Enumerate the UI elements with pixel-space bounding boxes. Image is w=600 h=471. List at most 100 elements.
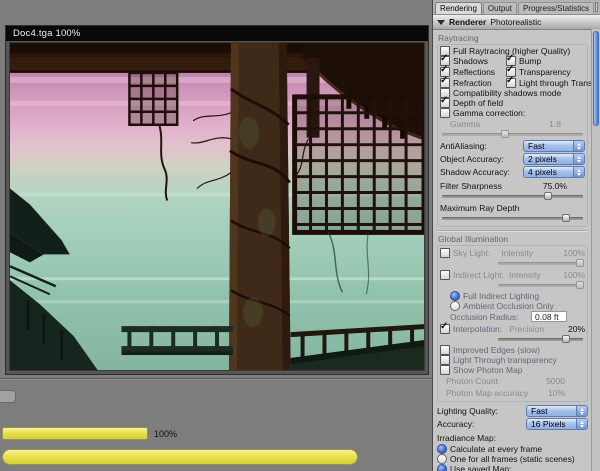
lighting-quality-dropdown[interactable]: Fast xyxy=(526,405,588,417)
shadow-accuracy-label: Shadow Accuracy: xyxy=(440,167,510,177)
renderer-mode[interactable]: Photorealistic xyxy=(490,17,541,27)
precision-value: 20% xyxy=(567,323,585,334)
transparency-label: Transparency xyxy=(519,67,571,77)
gamma-slider-track[interactable] xyxy=(442,133,583,136)
render-window-titlebar[interactable]: Doc4.tga 100% xyxy=(6,26,428,41)
gamma-slider-thumb[interactable] xyxy=(501,130,510,138)
tab-output[interactable]: Output xyxy=(482,2,517,14)
render-window: Doc4.tga 100% xyxy=(5,25,429,375)
panel-widget-button[interactable] xyxy=(595,2,598,12)
refraction-checkbox[interactable] xyxy=(440,75,450,88)
occlusion-radius-label: Occlusion Radius: xyxy=(450,311,519,322)
show-photon-map-checkbox[interactable] xyxy=(440,365,450,375)
one-for-all-frames-radio[interactable] xyxy=(437,454,447,464)
global-illumination-section-title: Global Illumination xyxy=(438,234,508,244)
filter-sharpness-value: 75.0% xyxy=(542,180,567,191)
tab-rendering[interactable]: Rendering xyxy=(435,2,482,14)
antialiasing-dropdown[interactable]: Fast xyxy=(523,140,585,152)
interpolation-label: Interpolation: xyxy=(453,323,503,334)
full-indirect-radio[interactable] xyxy=(450,291,460,301)
global-illumination-group: Sky Light: Intensity 100% Indirect Light… xyxy=(437,245,588,402)
use-saved-map-radio[interactable] xyxy=(437,464,447,471)
reflections-label: Reflections xyxy=(453,67,496,77)
indirect-intensity-label: Intensity xyxy=(509,269,541,280)
tab-progress-statistics[interactable]: Progress/Statistics xyxy=(517,2,595,14)
filter-sharpness-slider-track[interactable] xyxy=(442,195,583,198)
compatibility-shadows-label: Compatibility shadows mode xyxy=(453,88,562,98)
calc-every-frame-label: Calculate at every frame xyxy=(450,444,543,454)
filter-sharpness-label: Filter Sharpness xyxy=(440,180,502,191)
antialiasing-label: AntiAliasing: xyxy=(440,141,487,151)
rendered-scene xyxy=(10,43,424,370)
lighting-quality-label: Lighting Quality: xyxy=(437,406,498,416)
palette-tab[interactable] xyxy=(0,390,16,403)
renderer-label: Renderer xyxy=(449,17,487,27)
object-accuracy-dropdown[interactable]: 2 pixels xyxy=(523,153,585,165)
gamma-correction-checkbox[interactable] xyxy=(440,108,450,118)
accuracy-value: 16 Pixels xyxy=(531,419,566,429)
render-progress-label: 100% xyxy=(154,429,178,439)
object-accuracy-value: 2 pixels xyxy=(528,154,557,164)
panel-content: Raytracing Full Raytracing (higher Quali… xyxy=(433,29,591,471)
sky-light-checkbox[interactable] xyxy=(440,247,450,258)
light-through-transparency-checkbox[interactable] xyxy=(440,355,450,365)
dropdown-arrows-icon xyxy=(576,406,587,416)
max-ray-depth-label: Maximum Ray Depth xyxy=(440,202,520,213)
sky-intensity-slider-thumb[interactable] xyxy=(575,259,584,267)
precision-slider-thumb[interactable] xyxy=(562,335,570,343)
accuracy-dropdown[interactable]: 16 Pixels xyxy=(526,418,588,430)
renderer-header[interactable]: Renderer Photorealistic xyxy=(433,15,600,30)
dropdown-arrows-icon xyxy=(573,141,584,151)
render-settings-panel: Rendering Output Progress/Statistics Ren… xyxy=(432,0,600,471)
light-through-trans-checkbox[interactable] xyxy=(506,75,516,88)
render-progress-bar xyxy=(2,427,148,440)
bump-label: Bump xyxy=(519,56,542,66)
shadows-label: Shadows xyxy=(453,56,488,66)
raytracing-group: Full Raytracing (higher Quality) Shadows… xyxy=(437,44,591,227)
use-saved-map-label: Use saved Map: xyxy=(450,464,512,471)
improved-edges-checkbox[interactable] xyxy=(440,345,450,355)
depth-of-field-checkbox[interactable] xyxy=(440,95,450,108)
photon-accuracy-value: 10% xyxy=(547,387,565,398)
photon-accuracy-label: Photon Map accuracy xyxy=(446,387,529,398)
precision-slider-track[interactable] xyxy=(498,338,583,341)
sky-intensity-label: Intensity xyxy=(501,247,533,258)
indirect-light-label: Indirect Light: xyxy=(453,269,505,280)
max-ray-depth-slider-thumb[interactable] xyxy=(562,214,571,222)
sky-intensity-slider-track[interactable] xyxy=(498,262,583,265)
panel-scrollbar-thumb[interactable] xyxy=(593,31,599,126)
depth-of-field-label: Depth of field xyxy=(453,98,504,108)
gamma-slider[interactable] xyxy=(442,130,583,139)
shadow-accuracy-dropdown[interactable]: 4 pixels xyxy=(523,166,585,178)
light-through-trans-label: Light through Trans. xyxy=(519,78,591,88)
accuracy-label: Accuracy: xyxy=(437,419,475,429)
antialiasing-value: Fast xyxy=(528,141,545,151)
interpolation-checkbox[interactable] xyxy=(440,321,450,334)
filter-sharpness-slider[interactable] xyxy=(442,192,583,201)
indirect-intensity-slider[interactable] xyxy=(498,281,584,290)
total-progress-bar xyxy=(2,449,358,465)
indirect-intensity-slider-thumb[interactable] xyxy=(575,281,584,289)
calc-every-frame-radio[interactable] xyxy=(437,444,447,454)
dropdown-arrows-icon xyxy=(576,419,587,429)
sky-intensity-slider[interactable] xyxy=(498,259,584,268)
panel-scrollbar[interactable] xyxy=(591,29,600,471)
show-photon-map-label: Show Photon Map xyxy=(453,365,523,375)
ambient-occlusion-radio[interactable] xyxy=(450,301,460,311)
gamma-value: 1.8 xyxy=(549,118,561,129)
max-ray-depth-slider[interactable] xyxy=(442,214,583,223)
occlusion-radius-field[interactable]: 0.08 ft xyxy=(531,311,567,322)
photon-count-label: Photon Count xyxy=(446,375,498,386)
indirect-light-checkbox[interactable] xyxy=(440,269,450,280)
filter-sharpness-slider-thumb[interactable] xyxy=(543,192,552,200)
precision-slider[interactable] xyxy=(498,335,583,344)
dropdown-arrows-icon xyxy=(573,167,584,177)
section-divider xyxy=(437,230,588,231)
improved-edges-label: Improved Edges (slow) xyxy=(453,345,540,355)
indirect-intensity-slider-track[interactable] xyxy=(498,284,583,287)
workspace: Doc4.tga 100% 100% xyxy=(0,0,432,471)
render-image xyxy=(9,42,425,371)
workspace-divider xyxy=(0,378,432,379)
irradiance-map-title: Irradiance Map: xyxy=(437,432,497,443)
panel-tabbar: Rendering Output Progress/Statistics xyxy=(433,0,600,15)
